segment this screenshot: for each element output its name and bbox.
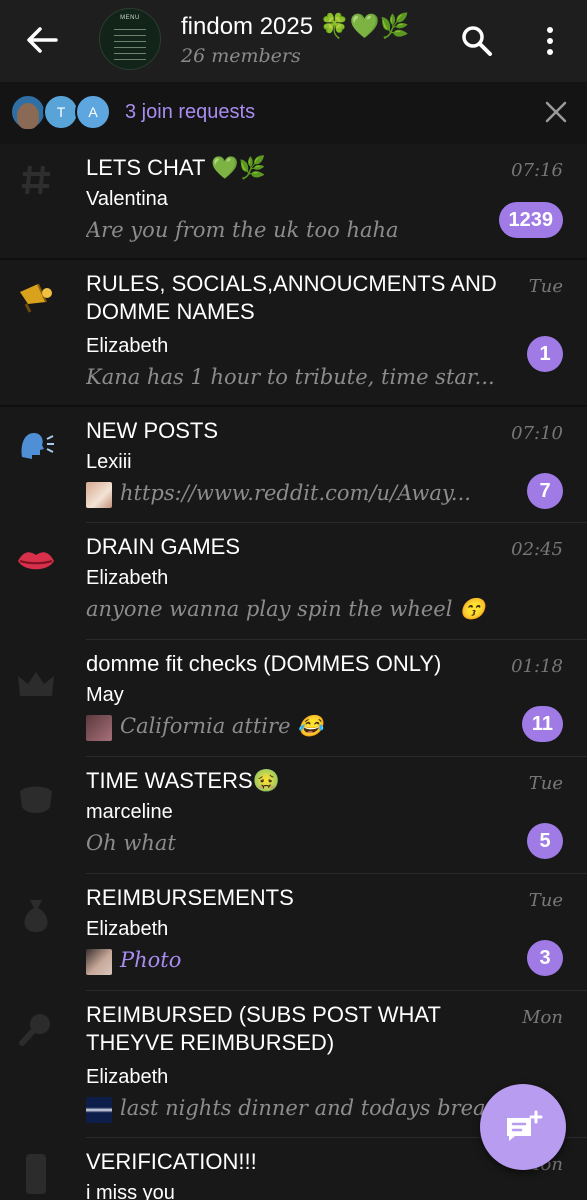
sender-name: May [86, 684, 124, 706]
message-text: https://www.reddit.com/u/Away... [120, 481, 471, 505]
topic-title: REIMBURSED (SUBS POST WHAT THEYVE REIMBU… [86, 1002, 441, 1055]
timestamp: Tue [528, 276, 563, 297]
timestamp: 02:45 [511, 539, 563, 560]
topic-title: REIMBURSEMENTS [86, 885, 294, 910]
topic-title: LETS CHAT 💚🌿 [86, 155, 266, 180]
avatar [10, 94, 46, 130]
megaphone-icon [14, 274, 58, 318]
topic-title: TIME WASTERS🤢 [86, 768, 281, 793]
sender-name: Elizabeth [86, 918, 169, 940]
media-thumbnail [86, 948, 112, 975]
message-text: California attire 😂 [120, 714, 324, 738]
sender-name: Lexiii [86, 451, 132, 473]
sender-name: Elizabeth [86, 567, 169, 589]
media-thumbnail [86, 1096, 112, 1123]
sender-name: i miss you [86, 1182, 175, 1200]
list-item[interactable]: NEW POSTS Lexiii https://www.reddit.com/… [0, 407, 587, 523]
message-preview: Are you from the uk too haha [86, 218, 399, 242]
unread-badge: 5 [527, 823, 563, 859]
timestamp: Mon [522, 1007, 563, 1028]
topic-title: VERIFICATION!!! [86, 1149, 257, 1174]
avatar-caption: MENU [120, 15, 140, 21]
message-text: last nights dinner and todays brea... [120, 1096, 497, 1120]
timestamp: Tue [528, 773, 563, 794]
speaking-head-icon [14, 423, 58, 467]
compose-message-icon [507, 1110, 543, 1141]
back-arrow-icon[interactable] [22, 22, 62, 58]
unread-badge: 1 [527, 336, 563, 372]
topic-title: RULES, SOCIALS,ANNOUCMENTS AND DOMME NAM… [86, 271, 497, 324]
message-preview: Oh what [86, 831, 176, 855]
new-topic-button[interactable] [480, 1084, 566, 1170]
search-icon [14, 1007, 58, 1051]
crown-icon [14, 662, 58, 706]
message-preview: https://www.reddit.com/u/Away... [86, 481, 497, 508]
more-options-icon[interactable] [538, 24, 562, 58]
topic-title: domme fit checks (DOMMES ONLY) [86, 651, 442, 676]
hashtag-icon [14, 158, 58, 202]
sender-name: Elizabeth [86, 1066, 169, 1088]
app-header: MENU findom 2025 🍀💚🌿 26 members [0, 0, 587, 82]
list-item[interactable]: TIME WASTERS🤢 marceline Oh what Tue 5 [0, 757, 587, 874]
message-preview: Photo [86, 948, 497, 975]
sender-name: Valentina [86, 188, 168, 210]
search-icon[interactable] [460, 24, 494, 58]
timestamp: Tue [528, 890, 563, 911]
close-icon[interactable] [544, 100, 568, 124]
message-preview: anyone wanna play spin the wheel 😙 [86, 597, 486, 621]
timestamp: 07:16 [511, 160, 563, 181]
avatar: A [75, 94, 111, 130]
media-thumbnail [86, 481, 112, 508]
message-preview: last nights dinner and todays brea... [86, 1096, 497, 1123]
phone-icon [14, 1152, 58, 1196]
unread-badge: 1239 [498, 202, 563, 238]
member-count: 26 members [181, 45, 301, 67]
group-title[interactable]: findom 2025 🍀💚🌿 [181, 12, 409, 41]
join-requests-bar[interactable]: T A 3 join requests [0, 82, 587, 144]
topic-title: NEW POSTS [86, 418, 219, 443]
timestamp: 07:10 [511, 423, 563, 444]
group-avatar[interactable]: MENU [99, 8, 161, 70]
list-item[interactable]: REIMBURSEMENTS Elizabeth Photo Tue 3 [0, 874, 587, 991]
message-text: Photo [120, 948, 182, 972]
list-item[interactable]: RULES, SOCIALS,ANNOUCMENTS AND DOMME NAM… [0, 260, 587, 407]
sender-name: marceline [86, 801, 173, 823]
list-item[interactable]: LETS CHAT 💚🌿 Valentina Are you from the … [0, 144, 587, 260]
list-item[interactable]: DRAIN GAMES Elizabeth anyone wanna play … [0, 523, 587, 640]
timestamp: 01:18 [511, 656, 563, 677]
message-preview: Kana has 1 hour to tribute, time star... [86, 365, 495, 389]
media-thumbnail [86, 714, 112, 741]
unread-badge: 3 [527, 940, 563, 976]
money-bag-icon [14, 894, 58, 938]
unread-badge: 11 [521, 706, 563, 742]
message-preview: California attire 😂 [86, 714, 497, 741]
lips-icon [14, 539, 58, 583]
list-item[interactable]: domme fit checks (DOMMES ONLY) May Calif… [0, 640, 587, 757]
avatar: T [43, 94, 79, 130]
topic-title: DRAIN GAMES [86, 534, 241, 559]
unread-badge: 7 [527, 473, 563, 509]
join-requests-label[interactable]: 3 join requests [125, 101, 255, 124]
sender-name: Elizabeth [86, 335, 169, 357]
shield-icon [14, 779, 58, 823]
